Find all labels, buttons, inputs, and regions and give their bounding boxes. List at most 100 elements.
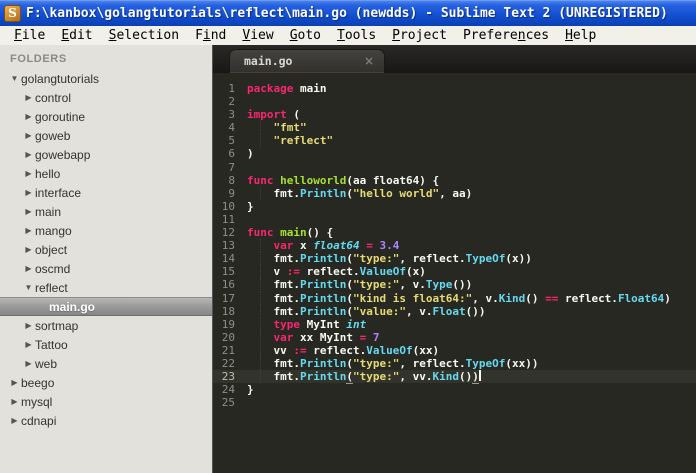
line-content: fmt.Println("type:", reflect.TypeOf(x)): [247, 252, 532, 266]
line-number: 12: [221, 226, 235, 240]
menu-goto[interactable]: Goto: [282, 28, 329, 43]
sidebar: FOLDERS ▼ golangtutorials ▶ control ▶ gorouti…: [0, 45, 213, 473]
code-line[interactable]: 22 fmt.Println("type:", reflect.TypeOf(x…: [213, 356, 696, 371]
folder-object[interactable]: ▶ object: [0, 240, 212, 259]
chevron-right-icon[interactable]: ▶: [8, 416, 21, 425]
chevron-right-icon[interactable]: ▶: [8, 397, 21, 406]
chevron-right-icon[interactable]: ▶: [8, 378, 21, 387]
menu-selection[interactable]: Selection: [101, 28, 187, 43]
menu-help[interactable]: Help: [557, 28, 604, 43]
line-number: 21: [221, 343, 235, 357]
folder-interface[interactable]: ▶ interface: [0, 183, 212, 202]
chevron-right-icon[interactable]: ▶: [22, 207, 35, 216]
menu-view[interactable]: View: [234, 28, 281, 43]
line-content: fmt.Println("type:", v.Type()): [247, 278, 472, 292]
folder-golangtutorials[interactable]: ▼ golangtutorials: [0, 69, 212, 88]
line-number: 22: [221, 356, 235, 370]
menu-tools[interactable]: Tools: [329, 28, 384, 43]
code-line[interactable]: 10}: [213, 200, 696, 213]
chevron-right-icon[interactable]: ▶: [22, 93, 35, 102]
chevron-right-icon[interactable]: ▶: [22, 226, 35, 235]
folder-sortmap[interactable]: ▶ sortmap: [0, 316, 212, 335]
tree-item-label: interface: [35, 185, 82, 200]
chevron-down-icon[interactable]: ▼: [22, 283, 35, 292]
code-line[interactable]: 8 func helloworld(aa float64) {: [213, 174, 696, 187]
folder-tattoo[interactable]: ▶ Tattoo: [0, 335, 212, 354]
code-line[interactable]: 14 fmt.Println("type:", reflect.TypeOf(x…: [213, 252, 696, 266]
folder-mango[interactable]: ▶ mango: [0, 221, 212, 240]
code-line[interactable]: 11: [213, 213, 696, 226]
tree-item-label: mysql: [21, 394, 53, 409]
folder-mysql[interactable]: ▶ mysql: [0, 392, 212, 411]
code-line[interactable]: 16 fmt.Println("type:", v.Type()): [213, 278, 696, 292]
chevron-right-icon[interactable]: ▶: [22, 131, 35, 140]
folder-hello[interactable]: ▶ hello: [0, 164, 212, 183]
code-line[interactable]: 13 var x float64 = 3.4: [213, 239, 696, 253]
tree-item-label: golangtutorials: [21, 71, 100, 86]
line-content: import (: [247, 108, 300, 122]
line-number: 18: [221, 304, 235, 318]
chevron-right-icon[interactable]: ▶: [22, 359, 35, 368]
line-content: var xx MyInt = 7: [247, 330, 379, 344]
chevron-right-icon[interactable]: ▶: [22, 169, 35, 178]
chevron-right-icon[interactable]: ▶: [22, 321, 35, 330]
code-line[interactable]: 6): [213, 147, 696, 160]
code-line[interactable]: 5 "reflect": [213, 134, 696, 148]
chevron-right-icon[interactable]: ▶: [22, 112, 35, 121]
chevron-right-icon[interactable]: ▶: [22, 150, 35, 159]
code-line[interactable]: 20 var xx MyInt = 7: [213, 330, 696, 344]
folder-goroutine[interactable]: ▶ goroutine: [0, 107, 212, 126]
code-line[interactable]: 1 package main: [213, 82, 696, 95]
chevron-down-icon[interactable]: ▼: [8, 74, 21, 83]
chevron-right-icon[interactable]: ▶: [22, 188, 35, 197]
code-editor[interactable]: 1 package main 2 3 import (4 "fmt" 5 "reflect…: [213, 73, 696, 473]
file-main.go[interactable]: main.go: [0, 297, 212, 316]
code-line[interactable]: 21 vv := reflect.ValueOf(xx): [213, 343, 696, 358]
chevron-right-icon[interactable]: ▶: [22, 264, 35, 273]
sublime-logo-icon: S: [4, 5, 21, 22]
folder-gowebapp[interactable]: ▶ gowebapp: [0, 145, 212, 164]
code-line[interactable]: 3 import (: [213, 108, 696, 121]
menu-find[interactable]: Find: [187, 28, 234, 43]
folder-main[interactable]: ▶ main: [0, 202, 212, 221]
line-content: "fmt": [247, 121, 307, 135]
code-line[interactable]: 15 v := reflect.ValueOf(x): [213, 265, 696, 279]
folder-web[interactable]: ▶ web: [0, 354, 212, 373]
code-line[interactable]: 12 func main() {: [213, 226, 696, 239]
folder-oscmd[interactable]: ▶ oscmd: [0, 259, 212, 278]
menu-project[interactable]: Project: [384, 28, 455, 43]
folder-reflect[interactable]: ▼ reflect: [0, 278, 212, 297]
line-number: 25: [221, 396, 235, 410]
code-line[interactable]: 4 "fmt": [213, 121, 696, 135]
line-number: 8: [228, 173, 235, 187]
line-content: fmt.Println("kind is float64:", v.Kind()…: [247, 291, 671, 305]
code-line[interactable]: 17 fmt.Println("kind is float64:", v.Kin…: [213, 291, 696, 305]
tab-main-go[interactable]: main.go ×: [229, 49, 385, 73]
chevron-right-icon[interactable]: ▶: [22, 340, 35, 349]
tab-close-icon[interactable]: ×: [364, 54, 374, 68]
tree-item-label: cdnapi: [21, 413, 57, 428]
chevron-right-icon[interactable]: ▶: [22, 245, 35, 254]
code-line[interactable]: 9 fmt.Println("hello world", aa): [213, 186, 696, 200]
code-line[interactable]: 7: [213, 161, 696, 174]
tree-item-label: sortmap: [35, 318, 79, 333]
folder-goweb[interactable]: ▶ goweb: [0, 126, 212, 145]
line-number: 16: [221, 278, 235, 292]
folder-control[interactable]: ▶ control: [0, 88, 212, 107]
tree-item-label: main.go: [49, 299, 96, 314]
folder-beego[interactable]: ▶ beego: [0, 373, 212, 392]
code-line[interactable]: 24}: [213, 383, 696, 396]
menu-preferences[interactable]: Preferences: [455, 28, 557, 43]
code-line[interactable]: 19 type MyInt int: [213, 317, 696, 331]
editor-column: main.go × 1 package main 2 3 import (4 "fmt"…: [213, 45, 696, 473]
line-content: func main() {: [247, 226, 334, 240]
code-line[interactable]: 2: [213, 95, 696, 108]
sublime-text-window: S F:\kanbox\golangtutorials\reflect\main…: [0, 0, 696, 473]
menu-edit[interactable]: Edit: [53, 28, 100, 43]
code-line[interactable]: 18 fmt.Println("value:", v.Float()): [213, 304, 696, 318]
line-number: 15: [221, 265, 235, 279]
folder-cdnapi[interactable]: ▶ cdnapi: [0, 411, 212, 430]
code-line[interactable]: 23 fmt.Println("type:", vv.Kind()): [213, 370, 696, 385]
code-line[interactable]: 25: [213, 396, 696, 409]
menu-file[interactable]: File: [6, 28, 53, 43]
